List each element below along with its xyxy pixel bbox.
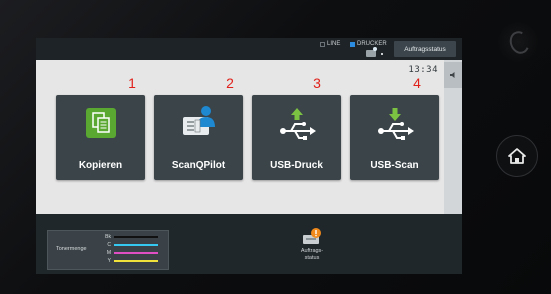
printer-icon bbox=[366, 47, 377, 57]
toner-level-panel[interactable]: Tonermenge Bk C M Y bbox=[47, 230, 169, 270]
status-bar: LINE DRUCKER Auftragsstatus bbox=[36, 38, 462, 60]
line-indicator: LINE bbox=[320, 41, 340, 47]
toner-title: Tonermenge bbox=[56, 246, 87, 252]
bottom-bar: Tonermenge Bk C M Y Auftrags- status bbox=[36, 214, 462, 274]
tile-usb-print-label: USB-Druck bbox=[270, 160, 323, 171]
dropdown-dot-icon bbox=[381, 53, 383, 55]
job-status-icon[interactable] bbox=[301, 228, 323, 246]
toner-row-bk: Bk bbox=[103, 234, 158, 240]
toner-bar-y bbox=[114, 260, 158, 262]
annotation-number-2: 2 bbox=[226, 75, 234, 91]
toner-bar-c bbox=[114, 244, 158, 246]
printer-indicator-light bbox=[350, 41, 355, 47]
speaker-icon bbox=[450, 72, 455, 78]
line-indicator-light bbox=[320, 41, 325, 47]
job-status-label[interactable]: Auftrags- status bbox=[286, 248, 338, 261]
side-panel bbox=[444, 60, 462, 214]
toner-label-bk: Bk bbox=[105, 234, 111, 240]
copy-icon bbox=[85, 108, 116, 138]
toner-bar-m bbox=[114, 252, 158, 254]
annotation-number-1: 1 bbox=[128, 75, 136, 91]
toner-bar-bk bbox=[114, 236, 158, 238]
tile-copy-label: Kopieren bbox=[78, 160, 123, 171]
toner-row-c: C bbox=[103, 242, 158, 248]
toner-label-y: Y bbox=[107, 258, 111, 264]
annotation-number-3: 3 bbox=[313, 75, 321, 91]
line-indicator-label: LINE bbox=[327, 41, 341, 47]
scanqpilot-icon bbox=[182, 106, 215, 135]
usb-scan-icon bbox=[377, 108, 414, 140]
tile-copy[interactable]: Kopieren bbox=[56, 95, 145, 180]
side-panel-tab[interactable] bbox=[444, 62, 462, 88]
toner-label-m: M bbox=[106, 250, 111, 256]
usb-print-icon bbox=[279, 108, 316, 140]
tile-scanqpilot[interactable]: ScanQPilot bbox=[154, 95, 243, 180]
printer-indicator-label: DRUCKER bbox=[357, 41, 387, 47]
tile-usb-print[interactable]: USB-Druck bbox=[252, 95, 341, 180]
touch-screen: LINE DRUCKER Auftragsstatus 13:34 1 2 3 … bbox=[36, 38, 462, 274]
tile-usb-scan[interactable]: USB-Scan bbox=[350, 95, 439, 180]
home-screen: 13:34 1 2 3 4 Kopieren ScanQPilot USB-Dr… bbox=[36, 60, 444, 214]
toner-row-y: Y bbox=[103, 258, 158, 264]
power-knob[interactable] bbox=[498, 22, 538, 62]
tile-usb-scan-label: USB-Scan bbox=[370, 160, 419, 171]
job-status-button[interactable]: Auftragsstatus bbox=[394, 41, 456, 57]
tile-scanqpilot-label: ScanQPilot bbox=[171, 160, 226, 171]
toner-row-m: M bbox=[103, 250, 158, 256]
home-button[interactable] bbox=[496, 135, 538, 177]
clock: 13:34 bbox=[408, 65, 438, 75]
toner-label-c: C bbox=[107, 242, 111, 248]
printer-indicator: DRUCKER bbox=[350, 41, 387, 47]
job-status-label-line2: status bbox=[304, 254, 320, 261]
home-icon bbox=[508, 148, 526, 164]
annotation-number-4: 4 bbox=[413, 75, 421, 91]
